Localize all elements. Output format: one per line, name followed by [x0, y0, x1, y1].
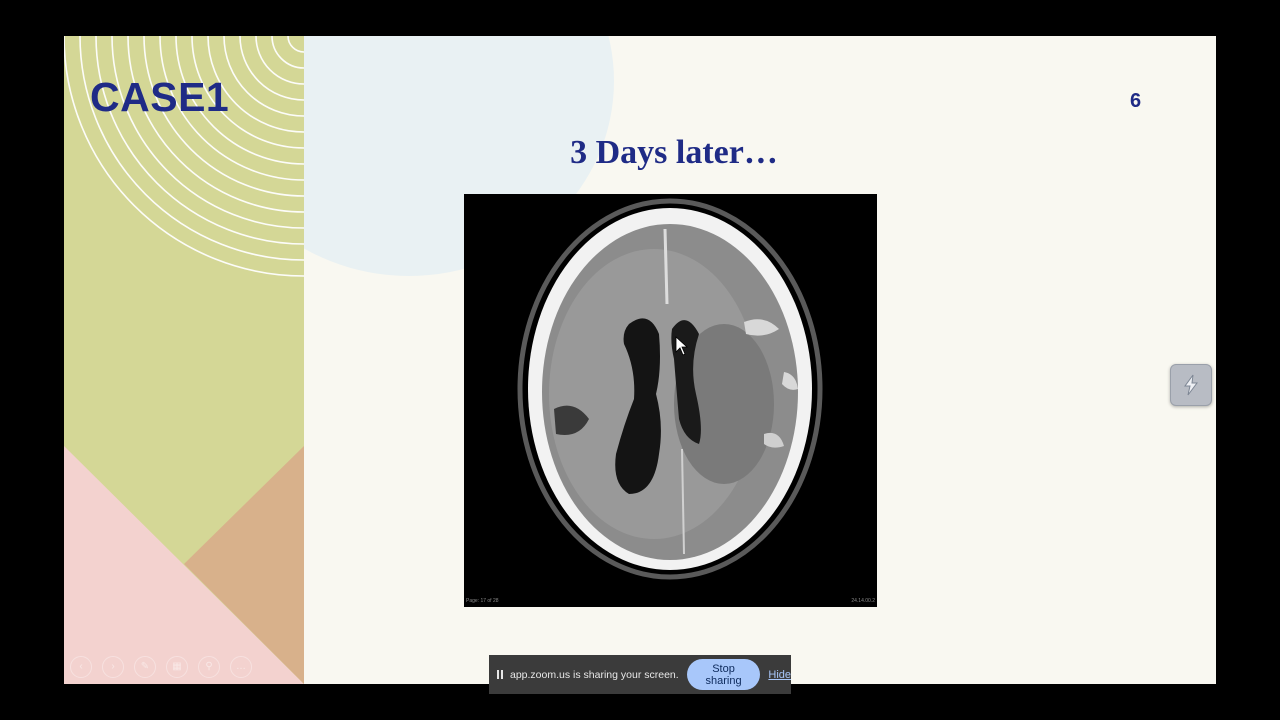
zoom-icon[interactable]: ⚲	[198, 656, 220, 678]
grid-icon[interactable]: ▦	[166, 656, 188, 678]
more-icon[interactable]: …	[230, 656, 252, 678]
forward-icon[interactable]: ›	[102, 656, 124, 678]
slide-page-number: 6	[1130, 90, 1142, 112]
share-message: app.zoom.us is sharing your screen.	[510, 668, 679, 681]
presenter-toolbar: ‹ › ✎ ▦ ⚲ …	[70, 656, 252, 678]
back-icon[interactable]: ‹	[70, 656, 92, 678]
ct-caption-left: Page: 17 of 28	[466, 598, 499, 604]
pause-icon[interactable]	[497, 670, 503, 679]
lightning-icon	[1184, 374, 1198, 396]
ct-scan-image: Page: 17 of 28 24.14.00.2	[464, 194, 877, 607]
brain-ct-graphic	[464, 194, 877, 607]
slide-heading: 3 Days later…	[570, 134, 778, 171]
presentation-slide: CASE1 6 3 Days later… Page: 17 of 28 24.…	[64, 36, 1216, 684]
decorative-left-panel	[64, 36, 304, 684]
case-title: CASE1	[90, 74, 230, 120]
pen-icon[interactable]: ✎	[134, 656, 156, 678]
screen-share-bar: app.zoom.us is sharing your screen. Stop…	[489, 655, 791, 694]
side-widget-button[interactable]	[1170, 364, 1212, 406]
stop-sharing-button[interactable]: Stop sharing	[686, 659, 761, 690]
ct-caption-right: 24.14.00.2	[851, 598, 875, 604]
hide-link[interactable]: Hide	[768, 669, 791, 681]
